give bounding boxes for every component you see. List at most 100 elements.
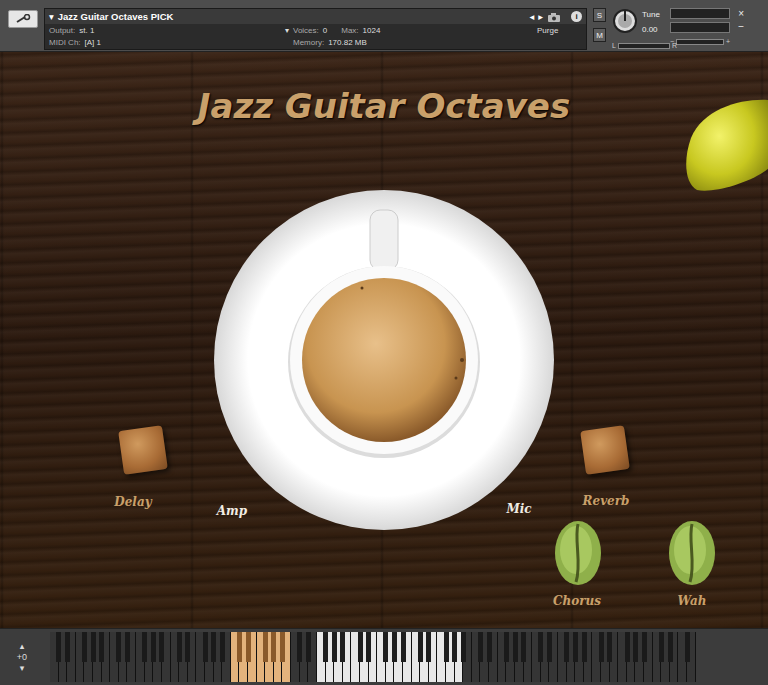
chorus-label: Chorus — [550, 593, 604, 609]
black-key[interactable] — [668, 632, 673, 662]
reverb-knob[interactable] — [580, 425, 630, 475]
prev-button[interactable]: ◂ — [529, 11, 534, 22]
output-value[interactable]: st. 1 — [79, 26, 94, 35]
black-key[interactable] — [65, 632, 70, 662]
black-key[interactable] — [358, 632, 363, 662]
black-key[interactable] — [547, 632, 552, 662]
black-key[interactable] — [177, 632, 182, 662]
black-key[interactable] — [392, 632, 397, 662]
close-button[interactable]: × — [738, 8, 744, 19]
black-key[interactable] — [452, 632, 457, 662]
black-key[interactable] — [306, 632, 311, 662]
black-key[interactable] — [142, 632, 147, 662]
solo-button[interactable]: S — [593, 8, 606, 22]
wah-switch[interactable] — [668, 520, 716, 586]
black-key[interactable] — [91, 632, 96, 662]
output-label: Output: — [49, 26, 75, 35]
midi-value[interactable]: [A] 1 — [85, 38, 101, 47]
black-key[interactable] — [56, 632, 61, 662]
black-key[interactable] — [521, 632, 526, 662]
black-key[interactable] — [211, 632, 216, 662]
black-key[interactable] — [564, 632, 569, 662]
memory-label: Memory: — [293, 38, 324, 47]
octave-shift[interactable]: ▴+0▾ — [0, 641, 44, 673]
black-key[interactable] — [220, 632, 225, 662]
midi-row: MIDI Ch:[A] 1 Memory: 170.82 MB — [45, 36, 586, 48]
max-label: Max: — [341, 26, 358, 35]
black-key[interactable] — [607, 632, 612, 662]
black-key[interactable] — [280, 632, 285, 662]
guitar-pick-icon — [683, 98, 768, 192]
black-key[interactable] — [203, 632, 208, 662]
tune-label: Tune — [642, 10, 660, 19]
black-key[interactable] — [246, 632, 251, 662]
level-meter — [670, 22, 730, 33]
black-key[interactable] — [573, 632, 578, 662]
pan-slider[interactable]: LR — [612, 42, 677, 49]
black-key[interactable] — [582, 632, 587, 662]
black-key[interactable] — [478, 632, 483, 662]
next-button[interactable]: ▸ — [538, 11, 543, 22]
black-key[interactable] — [116, 632, 121, 662]
black-key[interactable] — [297, 632, 302, 662]
black-key[interactable] — [625, 632, 630, 662]
black-key[interactable] — [504, 632, 509, 662]
coffee-cup-icon — [212, 188, 556, 532]
black-key[interactable] — [82, 632, 87, 662]
black-key[interactable] — [340, 632, 345, 662]
amp-label[interactable]: Amp — [214, 503, 250, 519]
black-key[interactable] — [99, 632, 104, 662]
black-key[interactable] — [642, 632, 647, 662]
max-value[interactable]: 1024 — [363, 26, 381, 35]
black-key[interactable] — [538, 632, 543, 662]
black-key[interactable] — [487, 632, 492, 662]
black-key[interactable] — [426, 632, 431, 662]
delay-knob[interactable] — [118, 425, 168, 475]
minimize-button[interactable]: − — [738, 21, 744, 32]
keyboard-strip: ▴+0▾ — [0, 628, 768, 685]
black-key[interactable] — [461, 632, 466, 662]
black-key[interactable] — [237, 632, 242, 662]
keyboard[interactable] — [50, 632, 696, 682]
pan-track[interactable] — [618, 43, 670, 49]
output-field[interactable]: Output: st. 1 ▾ — [49, 26, 289, 35]
midi-field[interactable]: MIDI Ch:[A] 1 — [49, 38, 289, 47]
black-key[interactable] — [125, 632, 130, 662]
settings-button[interactable] — [8, 10, 38, 28]
octave-up[interactable]: ▴ — [20, 641, 25, 651]
chorus-switch[interactable] — [554, 520, 602, 586]
wah-label: Wah — [675, 593, 710, 609]
black-key[interactable] — [383, 632, 388, 662]
black-key[interactable] — [271, 632, 276, 662]
tune-knob[interactable] — [612, 8, 638, 38]
volume-track[interactable] — [676, 39, 724, 45]
black-key[interactable] — [418, 632, 423, 662]
black-key[interactable] — [401, 632, 406, 662]
instrument-name[interactable]: Jazz Guitar Octaves PICK — [58, 11, 174, 22]
mute-button[interactable]: M — [593, 28, 606, 42]
black-key[interactable] — [263, 632, 268, 662]
tune-value[interactable]: 0.00 — [642, 25, 660, 34]
black-key[interactable] — [151, 632, 156, 662]
black-key[interactable] — [323, 632, 328, 662]
purge-button[interactable]: Purge — [537, 26, 558, 35]
wrench-icon — [15, 14, 31, 24]
black-key[interactable] — [332, 632, 337, 662]
vol-plus[interactable]: + — [726, 38, 730, 45]
info-button[interactable]: i — [571, 11, 582, 22]
black-key[interactable] — [633, 632, 638, 662]
octave-down[interactable]: ▾ — [20, 663, 25, 673]
black-key[interactable] — [185, 632, 190, 662]
black-key[interactable] — [659, 632, 664, 662]
output-dropdown[interactable]: ▾ — [285, 26, 289, 35]
black-key[interactable] — [513, 632, 518, 662]
menu-arrow[interactable]: ▾ — [49, 11, 54, 22]
black-key[interactable] — [599, 632, 604, 662]
mic-label[interactable]: Mic — [503, 501, 534, 517]
black-key[interactable] — [159, 632, 164, 662]
black-key[interactable] — [366, 632, 371, 662]
black-key[interactable] — [444, 632, 449, 662]
black-key[interactable] — [685, 632, 690, 662]
memory-value: 170.82 MB — [328, 38, 367, 47]
volume-slider[interactable]: −+ — [670, 38, 730, 45]
